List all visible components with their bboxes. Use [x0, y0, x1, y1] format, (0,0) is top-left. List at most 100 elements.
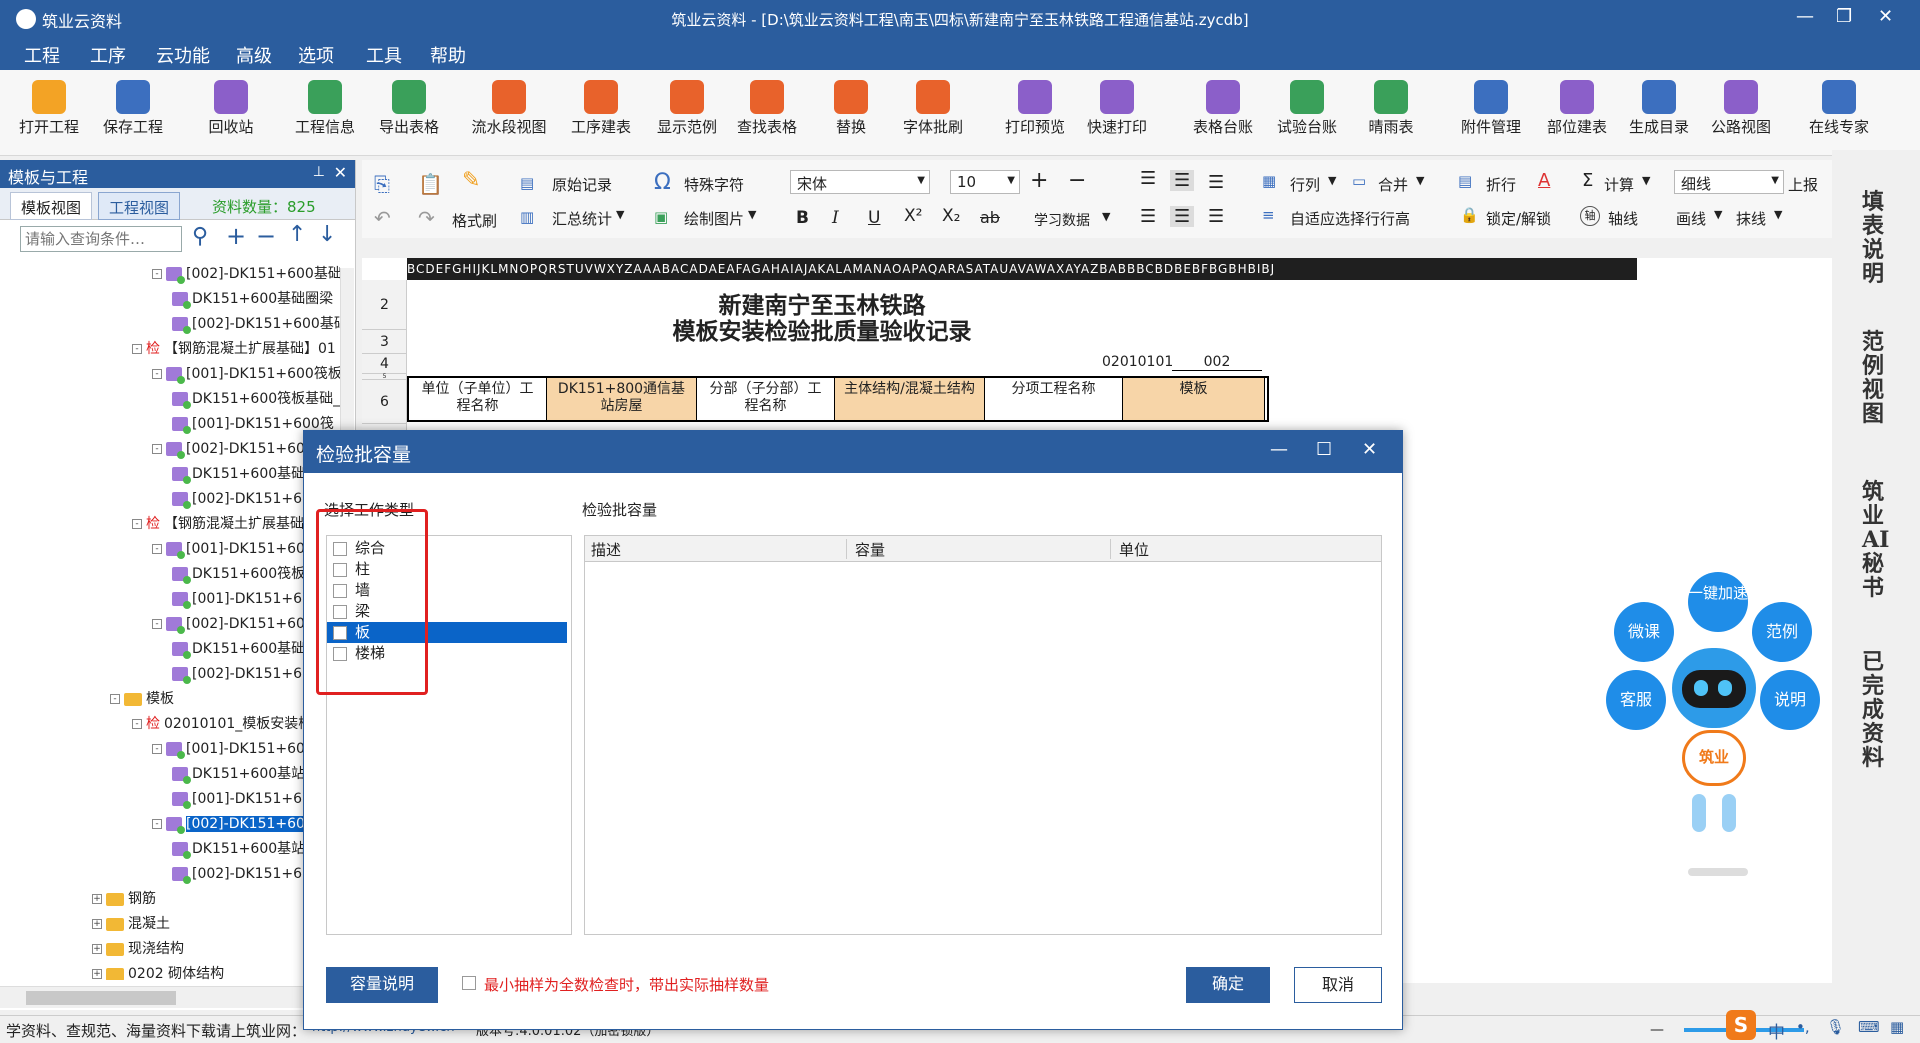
ribbon-info-button[interactable]: 工程信息 [286, 76, 364, 137]
ribbon-process-table-button[interactable]: 工序建表 [562, 76, 640, 137]
axis[interactable]: 轴线 [1608, 208, 1638, 229]
tree-node[interactable]: [002]-DK151+600基础 [172, 314, 340, 334]
example-button[interactable]: 范例 [1752, 602, 1812, 662]
menu-project[interactable]: 工程 [24, 42, 60, 68]
expand-icon[interactable]: + [92, 969, 102, 979]
chevron-down-icon[interactable]: ▼ [748, 208, 756, 221]
expand-icon[interactable]: + [92, 919, 102, 929]
tree-node[interactable]: - [002]-DK151+600基 [152, 439, 328, 459]
ribbon-part-table-button[interactable]: 部位建表 [1538, 76, 1616, 137]
move-down-icon[interactable]: ↓ [318, 222, 336, 247]
collapse-icon[interactable]: - [152, 744, 162, 754]
chevron-down-icon[interactable]: ▼ [1416, 174, 1424, 187]
superscript-icon[interactable]: X² [904, 206, 922, 226]
tree-node[interactable]: [002]-DK151+6 [172, 489, 302, 509]
original-record[interactable]: 原始记录 [552, 174, 612, 195]
tree-node[interactable]: DK151+600基础 [172, 639, 305, 659]
menu-cloud[interactable]: 云功能 [156, 42, 210, 68]
collapse-icon[interactable]: - [152, 444, 162, 454]
header-cell[interactable]: 分部（子分部）工程名称 [697, 378, 835, 420]
tree-node[interactable]: - 检 02010101_模板安装检验 [132, 714, 326, 734]
collapse-icon[interactable]: - [152, 369, 162, 379]
minimize-button[interactable]: — [1796, 6, 1814, 27]
font-decrease-icon[interactable]: − [1068, 168, 1086, 193]
tree-node[interactable]: - [002]-DK151+600基础圈 [152, 264, 340, 284]
ribbon-catalog-button[interactable]: 生成目录 [1620, 76, 1698, 137]
sidebar-completed[interactable]: 已完成资料 [1862, 650, 1886, 770]
paste-icon[interactable]: 📋 [418, 172, 443, 196]
restore-button[interactable]: ❐ [1836, 6, 1852, 27]
ribbon-recycle-bin-button[interactable]: 回收站 [192, 76, 270, 137]
tree-node[interactable]: DK151+600基站 [172, 764, 305, 784]
move-up-icon[interactable]: ↑ [288, 222, 306, 247]
header-cell[interactable]: 单位（子单位）工程名称 [409, 378, 547, 420]
search-input[interactable] [20, 226, 182, 252]
tree-node[interactable]: DK151+600基础圈梁 [172, 289, 333, 309]
tree-node[interactable]: DK151+600基站 [172, 839, 305, 859]
format-brush-icon[interactable]: ✎ [462, 168, 480, 193]
menu-options[interactable]: 选项 [298, 42, 334, 68]
collapse-icon[interactable]: - [132, 519, 142, 529]
tree-node[interactable]: DK151+600基础 [172, 464, 305, 484]
tree-node[interactable]: - 模板 [110, 689, 174, 709]
row-col[interactable]: 行列 [1290, 174, 1320, 195]
robot-assistant[interactable]: 一键加速 微课 范例 客服 说明 筑业 [1606, 572, 1848, 892]
ribbon-example-button[interactable]: 显示范例 [648, 76, 726, 137]
header-cell[interactable]: DK151+800通信基站房屋 [547, 378, 697, 420]
subscript-icon[interactable]: X₂ [942, 206, 960, 226]
font-size-select[interactable]: 10 ▼ [950, 170, 1020, 194]
menu-advanced[interactable]: 高级 [236, 42, 272, 68]
pin-icon[interactable]: ⊥ [313, 164, 325, 180]
tree-hscrollbar[interactable] [0, 986, 340, 1008]
underline-icon[interactable]: U [868, 208, 880, 228]
remove-icon[interactable]: − [256, 222, 276, 250]
font-color-icon[interactable]: A [1538, 170, 1550, 191]
tree-node[interactable]: - [002]-DK151+600基 [152, 614, 328, 634]
header-cell[interactable]: 主体结构/混凝土结构 [835, 378, 985, 420]
tree-node[interactable]: - 检【钢筋混凝土扩展基础 [132, 514, 304, 534]
cancel-button[interactable]: 取消 [1294, 967, 1382, 1003]
collapse-icon[interactable]: - [132, 344, 142, 354]
menu-help[interactable]: 帮助 [430, 42, 466, 68]
format-brush[interactable]: 格式刷 [452, 210, 497, 231]
ribbon-search-table-button[interactable]: 查找表格 [728, 76, 806, 137]
close-button[interactable]: ✕ [1878, 6, 1893, 27]
undo-icon[interactable]: ↶ [374, 206, 391, 230]
tree-node[interactable]: - [001]-DK151+600筏板基 [152, 364, 340, 384]
minus-icon[interactable]: — [1650, 1022, 1664, 1038]
tree-node[interactable]: + 混凝土 [92, 914, 170, 934]
keyboard-icon[interactable]: ⌨ [1858, 1018, 1880, 1036]
tab-template-view[interactable]: 模板视图 [10, 192, 93, 220]
align-left-icon[interactable]: ☰ [1140, 206, 1156, 227]
tree-node[interactable]: - [001]-DK151+600筏 [152, 539, 328, 559]
auto-row-height[interactable]: 自适应选择行行高 [1290, 208, 1410, 229]
ribbon-export-table-button[interactable]: 导出表格 [370, 76, 448, 137]
lock-unlock[interactable]: 锁定/解锁 [1486, 208, 1551, 229]
align-right-icon[interactable]: ☰ [1208, 206, 1224, 227]
ime-mode[interactable]: 中 [1768, 1018, 1785, 1043]
study-data[interactable]: 学习数据 [1034, 210, 1090, 230]
tree-node[interactable]: [001]-DK151+6 [172, 589, 302, 609]
ok-button[interactable]: 确定 [1186, 967, 1270, 1003]
dialog-minimize-icon[interactable]: — [1270, 439, 1288, 460]
chevron-down-icon[interactable]: ▼ [1642, 174, 1650, 187]
ribbon-print-preview-button[interactable]: 打印预览 [996, 76, 1074, 137]
font-name-select[interactable]: 宋体 ▼ [790, 170, 930, 194]
ribbon-save-button[interactable]: 保存工程 [94, 76, 172, 137]
chevron-down-icon[interactable]: ▼ [1102, 210, 1110, 223]
sidebar-fill-guide[interactable]: 填表说明 [1862, 190, 1886, 286]
punctuation-icon[interactable]: •, [1796, 1018, 1810, 1036]
ribbon-open-folder-button[interactable]: 打开工程 [10, 76, 88, 137]
help-button[interactable]: 说明 [1760, 670, 1820, 730]
expand-icon[interactable]: + [92, 894, 102, 904]
menu-process[interactable]: 工序 [90, 42, 126, 68]
align-middle-icon[interactable]: ☰ [1170, 170, 1195, 191]
bold-icon[interactable]: B [796, 208, 809, 228]
wrap[interactable]: 折行 [1486, 174, 1516, 195]
sidebar-example-view[interactable]: 范例视图 [1862, 330, 1886, 426]
ribbon-quick-print-button[interactable]: 快速打印 [1078, 76, 1156, 137]
merge[interactable]: 合并 [1378, 174, 1408, 195]
chevron-down-icon[interactable]: ▼ [616, 208, 624, 221]
tree-node[interactable]: - [002]-DK151+600基 [152, 814, 328, 834]
dialog-close-icon[interactable]: ✕ [1362, 439, 1377, 460]
